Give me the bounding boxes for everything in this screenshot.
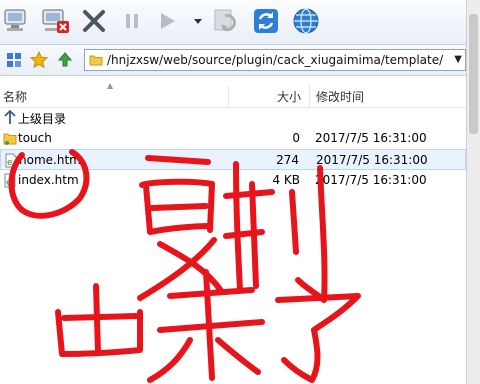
scrollbar-thumb[interactable] — [469, 14, 478, 134]
table-row[interactable]: e home.htm 274 2017/7/5 16:31:00 — [0, 149, 466, 170]
disconnect-icon[interactable] — [40, 5, 72, 37]
parent-directory-label: 上级目录 — [18, 112, 67, 126]
folder-icon — [3, 133, 17, 145]
connect-icon[interactable] — [2, 5, 34, 37]
play-icon[interactable] — [154, 5, 180, 37]
pause-icon[interactable] — [116, 5, 148, 37]
svg-text:e: e — [6, 178, 12, 188]
table-row[interactable]: e index.htm 4 KB 2017/7/5 16:31:00 — [0, 170, 466, 191]
svg-text:e: e — [7, 158, 13, 168]
html-file-icon: e — [5, 153, 17, 168]
file-size: 274 — [276, 153, 299, 167]
file-name: home.htm — [19, 153, 81, 167]
refresh-icon[interactable] — [250, 5, 282, 37]
address-dropdown-icon[interactable]: ▼ — [454, 54, 462, 65]
column-modified[interactable]: 修改时间 — [316, 88, 364, 105]
file-name: index.htm — [18, 173, 79, 187]
sync-icon[interactable] — [210, 5, 242, 37]
file-size: 0 — [292, 131, 300, 145]
table-row[interactable]: touch 0 2017/7/5 16:31:00 — [0, 128, 466, 149]
column-name[interactable]: 名称 — [3, 88, 27, 105]
play-dropdown-icon[interactable] — [190, 5, 206, 37]
html-file-icon: e — [4, 173, 16, 188]
sort-caret-icon: ▲ — [107, 81, 114, 90]
site-tree-icon[interactable] — [5, 51, 23, 69]
favorites-star-icon[interactable] — [30, 51, 48, 69]
file-name: touch — [18, 131, 52, 145]
up-folder-icon[interactable] — [56, 51, 74, 69]
file-modified: 2017/7/5 16:31:00 — [315, 131, 427, 145]
globe-icon[interactable] — [290, 5, 322, 37]
address-bar: /hnjzxsw/web/source/plugin/cack_xiugaimi… — [0, 45, 466, 76]
address-field[interactable]: /hnjzxsw/web/source/plugin/cack_xiugaimi… — [84, 49, 466, 71]
address-path: /hnjzxsw/web/source/plugin/cack_xiugaimi… — [107, 53, 444, 67]
toolbar — [0, 0, 466, 45]
stop-icon[interactable] — [78, 5, 110, 37]
file-modified: 2017/7/5 16:31:00 — [316, 153, 428, 167]
parent-directory-row[interactable]: 上级目录 — [0, 107, 466, 128]
folder-icon — [89, 55, 103, 66]
file-size: 4 KB — [272, 173, 300, 187]
file-list-header: ▲ 名称 大小 修改时间 — [0, 81, 466, 108]
file-modified: 2017/7/5 16:31:00 — [315, 173, 427, 187]
up-arrow-icon — [4, 110, 16, 124]
vertical-scrollbar[interactable] — [466, 0, 480, 384]
column-size[interactable]: 大小 — [277, 88, 301, 105]
